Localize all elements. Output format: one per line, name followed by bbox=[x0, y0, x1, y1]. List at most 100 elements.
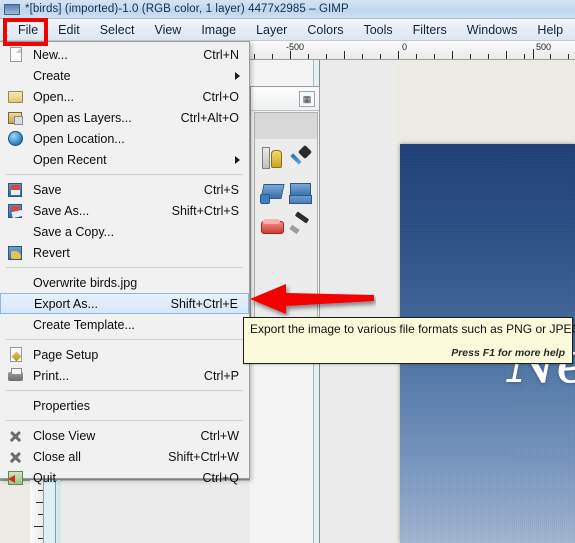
horizontal-ruler[interactable]: -500 0 500 bbox=[250, 41, 575, 60]
menu-item-label: Export As... bbox=[34, 296, 98, 311]
menu-item-accel: Ctrl+Alt+O bbox=[180, 110, 239, 125]
menubar-item-image[interactable]: Image bbox=[191, 21, 246, 39]
menu-item-create-template[interactable]: Create Template... bbox=[0, 314, 249, 335]
revert-icon bbox=[8, 246, 22, 260]
menu-item-create[interactable]: Create bbox=[0, 65, 249, 86]
menu-item-open[interactable]: Open... Ctrl+O bbox=[0, 86, 249, 107]
menu-item-close-view[interactable]: Close View Ctrl+W bbox=[0, 425, 249, 446]
gimp-window: *[birds] (imported)-1.0 (RGB color, 1 la… bbox=[0, 0, 575, 543]
menu-item-accel: Ctrl+N bbox=[203, 47, 239, 62]
menu-item-accel: Shift+Ctrl+S bbox=[171, 203, 239, 218]
new-document-icon bbox=[10, 47, 22, 62]
printer-icon bbox=[8, 368, 23, 381]
menu-item-label: Open as Layers... bbox=[33, 110, 132, 125]
menu-item-label: Properties bbox=[33, 398, 90, 413]
menu-item-open-location[interactable]: Open Location... bbox=[0, 128, 249, 149]
menubar-item-view[interactable]: View bbox=[144, 21, 191, 39]
menu-item-accel: Shift+Ctrl+E bbox=[170, 296, 238, 311]
menu-item-label: Close all bbox=[33, 449, 81, 464]
page-setup-icon bbox=[10, 347, 22, 362]
red-arrow-pointing-export-as bbox=[250, 284, 374, 314]
menu-item-export-as[interactable]: Export As... Shift+Ctrl+E bbox=[0, 293, 249, 314]
color-picker-tool-icon[interactable] bbox=[287, 145, 313, 171]
perspective-tool-icon[interactable] bbox=[287, 179, 313, 205]
menu-item-label: Create bbox=[33, 68, 71, 83]
menu-item-save[interactable]: Save Ctrl+S bbox=[0, 179, 249, 200]
perspective-clone-tool-icon[interactable] bbox=[259, 179, 285, 205]
menu-item-properties[interactable]: Properties bbox=[0, 395, 249, 416]
menubar-item-filters[interactable]: Filters bbox=[403, 21, 457, 39]
menu-item-label: Close View bbox=[33, 428, 96, 443]
menu-separator bbox=[6, 174, 243, 175]
menu-item-save-a-copy[interactable]: Save a Copy... bbox=[0, 221, 249, 242]
menu-item-quit[interactable]: Quit Ctrl+Q bbox=[0, 467, 249, 488]
menu-item-print[interactable]: Print... Ctrl+P bbox=[0, 365, 249, 386]
toolbox-gray-band bbox=[255, 113, 317, 139]
menu-item-label: Overwrite birds.jpg bbox=[33, 275, 138, 290]
menu-item-label: Quit bbox=[33, 470, 56, 485]
vertical-ruler[interactable] bbox=[30, 480, 44, 543]
menubar-item-layer[interactable]: Layer bbox=[246, 21, 297, 39]
measure-tool-icon[interactable] bbox=[259, 145, 285, 171]
menu-item-label: Save bbox=[33, 182, 62, 197]
close-x-icon bbox=[8, 450, 22, 464]
menubar-item-windows[interactable]: Windows bbox=[457, 21, 528, 39]
menu-item-label: Open Recent bbox=[33, 152, 107, 167]
menu-item-accel: Shift+Ctrl+W bbox=[168, 449, 239, 464]
menubar-item-colors[interactable]: Colors bbox=[297, 21, 353, 39]
window-title: *[birds] (imported)-1.0 (RGB color, 1 la… bbox=[25, 3, 349, 15]
menu-separator bbox=[6, 339, 243, 340]
globe-icon bbox=[8, 131, 23, 146]
menu-item-open-recent[interactable]: Open Recent bbox=[0, 149, 249, 170]
ruler-label-zero: 0 bbox=[402, 42, 408, 52]
menu-item-revert[interactable]: Revert bbox=[0, 242, 249, 263]
menu-separator bbox=[6, 390, 243, 391]
menubar-item-select[interactable]: Select bbox=[90, 21, 145, 39]
menu-separator bbox=[6, 267, 243, 268]
eraser-tool-icon[interactable] bbox=[259, 213, 285, 239]
canvas-left-strip bbox=[44, 480, 56, 543]
menubar-item-file[interactable]: File bbox=[8, 21, 48, 39]
menu-item-label: Create Template... bbox=[33, 317, 135, 332]
chevron-right-icon bbox=[235, 155, 240, 164]
menu-item-open-as-layers[interactable]: Open as Layers... Ctrl+Alt+O bbox=[0, 107, 249, 128]
file-dropdown-menu: New... Ctrl+N Create Open... Ctrl+O Open… bbox=[0, 41, 250, 485]
menu-item-close-all[interactable]: Close all Shift+Ctrl+W bbox=[0, 446, 249, 467]
menubar-item-tools[interactable]: Tools bbox=[353, 21, 402, 39]
canvas-left-strip-inner bbox=[57, 480, 61, 543]
menu-bar: File Edit Select View Image Layer Colors… bbox=[0, 19, 575, 41]
menu-item-page-setup[interactable]: Page Setup bbox=[0, 344, 249, 365]
close-x-icon bbox=[8, 429, 22, 443]
tooltip-text: Export the image to various file formats… bbox=[250, 322, 575, 336]
menu-item-new[interactable]: New... Ctrl+N bbox=[0, 44, 249, 65]
airbrush-tool-icon[interactable] bbox=[287, 213, 313, 239]
menu-item-label: Open... bbox=[33, 89, 74, 104]
ruler-label-minus500: -500 bbox=[286, 42, 305, 52]
ruler-label-500: 500 bbox=[536, 42, 552, 52]
gimp-window-icon bbox=[4, 3, 20, 15]
canvas-gray-background bbox=[62, 480, 250, 543]
menu-item-save-as[interactable]: Save As... Shift+Ctrl+S bbox=[0, 200, 249, 221]
menu-item-overwrite[interactable]: Overwrite birds.jpg bbox=[0, 272, 249, 293]
menu-item-accel: Ctrl+Q bbox=[202, 470, 239, 485]
menu-item-label: New... bbox=[33, 47, 68, 62]
title-bar: *[birds] (imported)-1.0 (RGB color, 1 la… bbox=[0, 0, 575, 19]
menu-separator bbox=[6, 420, 243, 421]
menu-item-label: Save As... bbox=[33, 203, 90, 218]
configure-tab-icon[interactable]: ▦ bbox=[299, 91, 315, 107]
menu-item-label: Save a Copy... bbox=[33, 224, 115, 239]
chevron-right-icon bbox=[235, 71, 240, 80]
menu-item-accel: Ctrl+S bbox=[203, 182, 239, 197]
tooltip-help-text: Press F1 for more help bbox=[451, 347, 565, 359]
toolbox-header: ▦ bbox=[251, 87, 319, 111]
menu-item-label: Open Location... bbox=[33, 131, 125, 146]
open-as-layers-icon bbox=[8, 112, 23, 125]
menubar-item-edit[interactable]: Edit bbox=[48, 21, 90, 39]
menubar-item-help[interactable]: Help bbox=[527, 21, 573, 39]
quit-exit-icon bbox=[8, 471, 23, 485]
menu-item-accel: Ctrl+P bbox=[203, 368, 239, 383]
tooltip: Export the image to various file formats… bbox=[243, 317, 575, 364]
save-floppy-icon bbox=[8, 183, 22, 197]
image-canvas[interactable]: "Ne bbox=[396, 60, 575, 543]
menu-item-label: Print... bbox=[33, 368, 70, 383]
